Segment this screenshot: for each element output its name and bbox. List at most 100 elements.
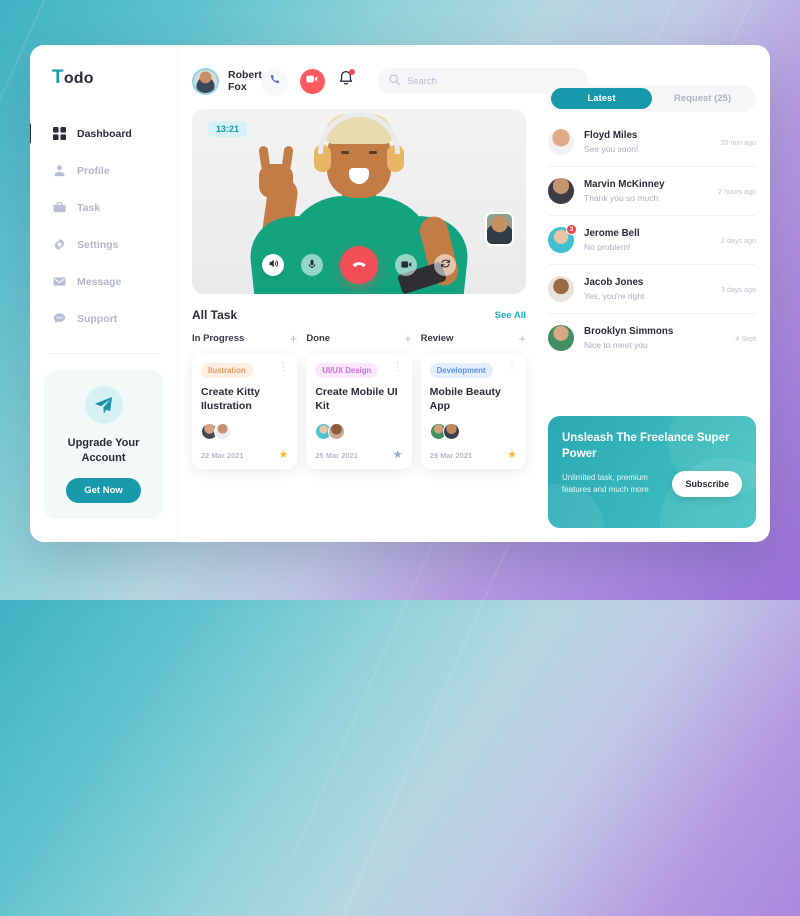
- task-card[interactable]: Ilustration ⋮ Create Kitty Ilustration 2…: [192, 354, 298, 469]
- unread-badge: 3: [566, 224, 577, 235]
- contact-name: Brooklyn Simmons: [584, 326, 674, 337]
- message-time: 2 days ago: [720, 235, 756, 245]
- message-preview: Yes, you're right: [584, 291, 645, 301]
- video-call-button[interactable]: [299, 68, 325, 94]
- promo-subtitle: Unlimited task, premium features and muc…: [562, 473, 649, 495]
- task-cards: Ilustration ⋮ Create Kitty Ilustration 2…: [192, 354, 526, 469]
- upgrade-title: Upgrade Your Account: [67, 437, 140, 464]
- task-menu-icon[interactable]: ⋮: [393, 363, 403, 373]
- task-date: 25 Mar 2021: [315, 450, 358, 460]
- sidebar-item-task[interactable]: Task: [30, 189, 177, 226]
- task-card[interactable]: UI/UX Design ⋮ Create Mobile UI Kit 25 M…: [306, 354, 412, 469]
- task-members: [429, 422, 517, 440]
- task-date: 29 Mar 2021: [429, 450, 473, 460]
- sidebar-nav: Dashboard Profile Task Settings Message …: [30, 115, 177, 337]
- tab-request[interactable]: Request (25): [652, 88, 753, 109]
- speaker-button[interactable]: [262, 254, 284, 276]
- task-column-in-progress: In Progress +: [192, 332, 297, 345]
- avatar: [548, 276, 574, 302]
- mail-icon: [52, 275, 66, 289]
- phone-hangup-icon: [351, 255, 367, 276]
- list-item[interactable]: Floyd Miles See you soon! 20 min ago: [548, 118, 756, 167]
- task-members: [201, 422, 288, 440]
- list-item[interactable]: Brooklyn Simmons Nice to meet you 4 Sept: [548, 314, 756, 362]
- avatar: [192, 67, 219, 95]
- app-window: Todo Dashboard Profile Task Settings Mes…: [30, 45, 770, 542]
- refresh-icon: [440, 256, 451, 274]
- self-view-thumbnail[interactable]: [485, 212, 514, 246]
- task-members: [315, 422, 402, 440]
- message-preview: See you soon!: [584, 144, 639, 154]
- microphone-button[interactable]: [301, 254, 323, 276]
- notifications-button[interactable]: [338, 69, 355, 92]
- task-column-headers: In Progress + Done + Review +: [192, 332, 526, 345]
- task-menu-icon[interactable]: ⋮: [278, 363, 288, 373]
- sidebar-item-support[interactable]: Support: [30, 300, 177, 337]
- task-tag: Ilustration: [201, 363, 253, 378]
- task-tag: UI/UX Design: [315, 363, 379, 378]
- sidebar-item-label: Message: [77, 275, 122, 288]
- message-preview: Thank you so much: [584, 193, 659, 203]
- message-time: 2 hours ago: [718, 186, 756, 196]
- add-task-button[interactable]: +: [518, 332, 526, 345]
- phone-icon: [269, 72, 280, 90]
- end-call-button[interactable]: [340, 246, 378, 284]
- microphone-icon: [307, 256, 317, 274]
- message-tabs: Latest Request (25): [548, 85, 756, 112]
- message-list: Floyd Miles See you soon! 20 min ago Mar…: [548, 118, 756, 362]
- contact-name: Jerome Bell: [584, 228, 640, 239]
- task-column-review: Review +: [421, 332, 526, 345]
- call-controls: [192, 246, 526, 284]
- column-label: Review: [420, 333, 454, 344]
- sidebar: Todo Dashboard Profile Task Settings Mes…: [30, 45, 178, 542]
- get-now-button[interactable]: Get Now: [66, 477, 141, 503]
- avatar: [548, 325, 574, 351]
- list-item[interactable]: 3 Jerome Bell No problem! 2 days ago: [548, 216, 756, 265]
- list-item[interactable]: Marvin McKinney Thank you so much 2 hour…: [548, 167, 756, 216]
- sidebar-item-message[interactable]: Message: [30, 263, 177, 300]
- sidebar-item-label: Support: [77, 312, 118, 325]
- message-time: 20 min ago: [720, 137, 756, 147]
- phone-button[interactable]: [261, 68, 287, 94]
- column-label: Done: [306, 333, 331, 344]
- list-item[interactable]: Jacob Jones Yes, you're right 3 days ago: [548, 265, 756, 314]
- task-title: Create Mobile UI Kit: [315, 386, 398, 412]
- task-star-icon[interactable]: ★: [393, 449, 403, 461]
- sidebar-item-label: Settings: [77, 238, 119, 251]
- page-title: All Task: [192, 308, 238, 322]
- sidebar-item-label: Dashboard: [77, 127, 132, 140]
- avatar: [548, 129, 574, 155]
- sidebar-item-profile[interactable]: Profile: [30, 152, 177, 189]
- task-star-icon[interactable]: ★: [278, 449, 288, 461]
- app-logo: Todo: [30, 67, 177, 89]
- promo-card[interactable]: Unsleash The Freelance Super Power Unlim…: [548, 416, 756, 528]
- see-all-link[interactable]: See All: [495, 310, 526, 321]
- user-name: Robert Fox: [228, 69, 262, 93]
- contact-name: Jacob Jones: [584, 277, 644, 288]
- camera-button[interactable]: [395, 254, 417, 276]
- message-time: 4 Sept: [735, 333, 756, 343]
- sidebar-item-settings[interactable]: Settings: [30, 226, 177, 263]
- grid-icon: [52, 127, 66, 141]
- logo-initial: T: [52, 67, 64, 88]
- switch-camera-button[interactable]: [434, 254, 456, 276]
- add-task-button[interactable]: +: [290, 332, 298, 345]
- messages-panel: Latest Request (25) Floyd Miles See you …: [540, 45, 770, 542]
- add-task-button[interactable]: +: [404, 332, 412, 345]
- tab-latest[interactable]: Latest: [551, 88, 652, 109]
- logo-text: odo: [63, 70, 94, 87]
- current-user[interactable]: Robert Fox: [192, 67, 262, 95]
- main-content: Robert Fox Search 13:21 All Task See All…: [178, 45, 588, 542]
- tasks-header: All Task See All: [192, 308, 526, 322]
- sidebar-item-dashboard[interactable]: Dashboard: [30, 115, 177, 152]
- sidebar-item-label: Task: [77, 201, 101, 214]
- task-card[interactable]: Development ⋮ Mobile Beauty App 29 Mar 2…: [420, 354, 526, 469]
- task-menu-icon[interactable]: ⋮: [507, 363, 517, 373]
- task-title: Mobile Beauty App: [429, 386, 501, 412]
- paper-plane-icon: [84, 386, 123, 424]
- task-star-icon[interactable]: ★: [507, 449, 517, 461]
- subscribe-button[interactable]: Subscribe: [672, 471, 742, 498]
- topbar: Robert Fox: [192, 61, 588, 101]
- sidebar-divider: [48, 353, 159, 354]
- call-timer: 13:21: [208, 121, 248, 137]
